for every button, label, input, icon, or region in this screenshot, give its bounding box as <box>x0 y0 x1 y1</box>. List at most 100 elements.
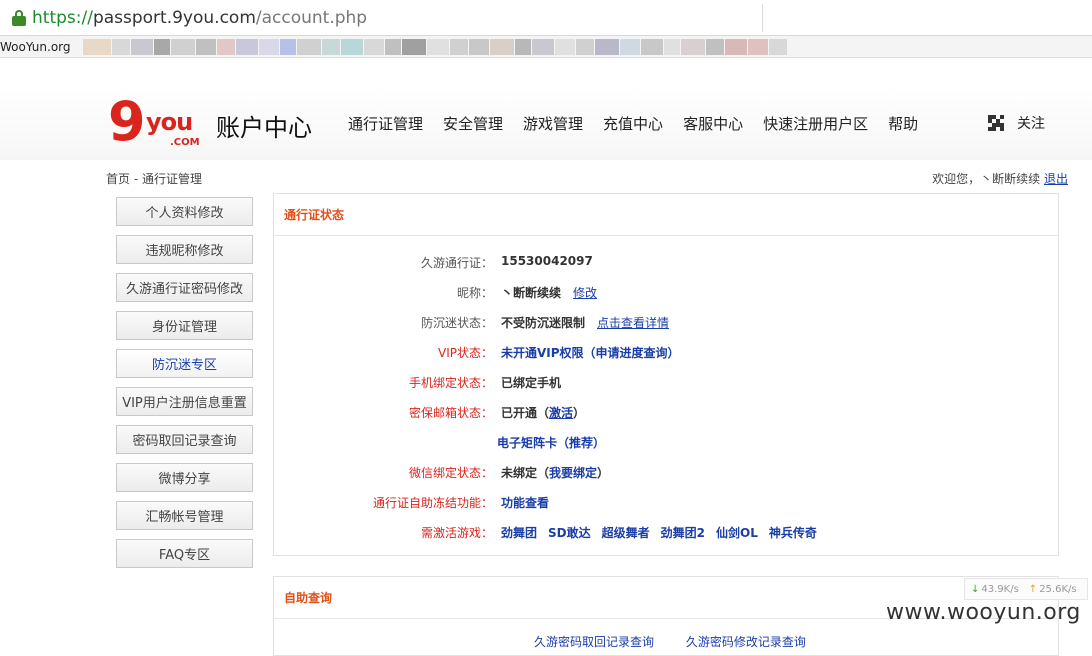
change-log-link[interactable]: 久游密码修改记录查询 <box>686 635 806 649</box>
logout-link[interactable]: 退出 <box>1044 172 1068 186</box>
breadcrumb: 首页 - 通行证管理 <box>106 172 202 186</box>
blurred-bookmark <box>724 38 747 55</box>
blurred-bookmark <box>426 38 449 55</box>
blurred-bookmark <box>82 38 111 55</box>
nav-passport[interactable]: 通行证管理 <box>348 113 423 134</box>
row-nickname: 昵称： 丶断断续续 修改 <box>274 284 1060 302</box>
download-arrow-icon: ↓ <box>971 583 980 595</box>
game-link[interactable]: SD敢达 <box>548 524 591 541</box>
wechat-value: 未绑定（我要绑定） <box>501 464 609 481</box>
row-wechat: 微信绑定状态： 未绑定（我要绑定） <box>274 464 1060 482</box>
self-query-links: 久游密码取回记录查询 久游密码修改记录查询 <box>534 633 834 650</box>
blurred-bookmark <box>384 38 401 55</box>
site-header: 9 you .COM 账户中心 通行证管理 安全管理 游戏管理 充值中心 客服中… <box>0 88 1092 160</box>
wechat-bind-link[interactable]: 我要绑定 <box>549 466 597 480</box>
watermark: www.wooyun.org <box>886 600 1081 625</box>
nickname-value: 丶断断续续 修改 <box>501 284 597 301</box>
phone-text: 已绑定手机 <box>501 376 562 390</box>
game-link[interactable]: 超级舞者 <box>602 524 650 541</box>
divider <box>762 4 763 32</box>
game-link[interactable]: 劲舞团2 <box>661 524 705 541</box>
sidebar-item-weibo-share[interactable]: 微博分享 <box>116 463 253 492</box>
site-logo[interactable]: 9 you .COM <box>108 90 212 153</box>
matrix-value: 电子矩阵卡（推荐） <box>497 434 605 451</box>
nav-security[interactable]: 安全管理 <box>443 113 503 134</box>
sidebar-item-anti-addiction[interactable]: 防沉迷专区 <box>116 349 253 378</box>
nav-games[interactable]: 游戏管理 <box>523 113 583 134</box>
vip-status-link[interactable]: 未开通VIP权限（申请进度查询） <box>501 346 680 360</box>
follow-button[interactable]: 关注 <box>988 113 1045 133</box>
url-text[interactable]: https://passport.9you.com/account.php <box>32 8 367 28</box>
bookmark-wooyun[interactable]: WooYun.org <box>0 40 71 54</box>
logo-word: you <box>146 108 193 136</box>
sidebar-item-password-change[interactable]: 久游通行证密码修改 <box>116 273 253 302</box>
blurred-bookmark <box>619 38 640 55</box>
network-speed-widget: ↓ 43.9K/s ↑ 25.6K/s <box>964 578 1088 600</box>
passport-status-panel: 通行证状态 久游通行证： 15530042097 昵称： 丶断断续续 修改 防沉迷… <box>273 193 1059 556</box>
phone-value: 已绑定手机 <box>501 374 561 391</box>
game-link[interactable]: 仙剑OL <box>716 524 758 541</box>
blurred-bookmarks <box>82 38 788 55</box>
logo-com: .COM <box>170 137 200 148</box>
sidebar-item-account-manage[interactable]: 汇畅帐号管理 <box>116 501 253 530</box>
welcome-text: 欢迎您，丶断断续续 <box>932 172 1041 186</box>
upload-speed: 25.6K/s <box>1039 583 1077 595</box>
blurred-bookmark <box>340 38 363 55</box>
nav-quick-register[interactable]: 快速注册用户区 <box>763 113 868 134</box>
blurred-bookmark <box>663 38 680 55</box>
url-path: /account.php <box>255 7 368 28</box>
freeze-view-link[interactable]: 功能查看 <box>501 496 549 510</box>
url-scheme: https:// <box>32 7 93 28</box>
games-label: 需激活游戏： <box>420 526 493 540</box>
logo-number: 9 <box>108 90 146 153</box>
nav-recharge[interactable]: 充值中心 <box>603 113 663 134</box>
vip-value: 未开通VIP权限（申请进度查询） <box>501 344 680 361</box>
blurred-bookmark <box>170 38 195 55</box>
passport-label: 久游通行证： <box>420 256 493 270</box>
wechat-label: 微信绑定状态： <box>408 466 493 480</box>
lock-icon <box>12 9 26 26</box>
follow-label: 关注 <box>1017 116 1045 132</box>
game-link[interactable]: 神兵传奇 <box>769 524 817 541</box>
blurred-bookmark <box>279 38 296 55</box>
wechat-suffix: ） <box>597 466 610 480</box>
blurred-bookmark <box>153 38 170 55</box>
vip-label: VIP状态： <box>438 346 493 360</box>
recovery-log-link[interactable]: 久游密码取回记录查询 <box>534 635 654 649</box>
nav-support[interactable]: 客服中心 <box>683 113 743 134</box>
main-nav: 通行证管理 安全管理 游戏管理 充值中心 客服中心 快速注册用户区 帮助 <box>338 113 928 134</box>
email-value: 已开通（激活） <box>501 404 585 421</box>
blurred-bookmark <box>531 38 554 55</box>
browser-url-bar[interactable]: https://passport.9you.com/account.php <box>0 0 1092 36</box>
blurred-bookmark <box>640 38 663 55</box>
antiaddict-text: 不受防沉迷限制 <box>501 316 586 330</box>
upload-arrow-icon: ↑ <box>1028 583 1038 595</box>
antiaddict-value: 不受防沉迷限制 点击查看详情 <box>501 314 669 331</box>
freeze-value: 功能查看 <box>501 494 549 511</box>
nickname-edit-link[interactable]: 修改 <box>573 286 597 300</box>
game-link[interactable]: 劲舞团 <box>501 524 537 541</box>
row-games: 需激活游戏： 劲舞团 SD敢达 超级舞者 劲舞团2 仙剑OL 神兵传奇 <box>274 524 1060 542</box>
url-bar-right-area <box>762 0 1092 36</box>
passport-value: 15530042097 <box>501 254 593 268</box>
row-anti-addiction: 防沉迷状态： 不受防沉迷限制 点击查看详情 <box>274 314 1060 332</box>
sidebar-item-password-recovery-log[interactable]: 密码取回记录查询 <box>116 425 253 454</box>
email-prefix: 已开通（ <box>501 406 550 420</box>
antiaddict-details-link[interactable]: 点击查看详情 <box>597 316 669 330</box>
email-activate-link[interactable]: 激活 <box>549 406 573 420</box>
blurred-bookmark <box>514 38 531 55</box>
nav-help[interactable]: 帮助 <box>888 113 918 134</box>
blurred-bookmark <box>401 38 426 55</box>
sidebar-item-vip-reset[interactable]: VIP用户注册信息重置 <box>116 387 253 416</box>
panel-title: 自助查询 <box>284 591 333 605</box>
sidebar-item-profile-edit[interactable]: 个人资料修改 <box>116 197 253 226</box>
blurred-bookmark <box>449 38 468 55</box>
blurred-bookmark <box>216 38 235 55</box>
panel-header: 通行证状态 <box>274 194 1058 236</box>
blurred-bookmark <box>768 38 787 55</box>
matrix-card-link[interactable]: 电子矩阵卡（推荐） <box>497 436 605 450</box>
sidebar-item-faq[interactable]: FAQ专区 <box>116 539 253 568</box>
sidebar-item-nickname-edit[interactable]: 违规昵称修改 <box>116 235 253 264</box>
sidebar-item-id-card[interactable]: 身份证管理 <box>116 311 253 340</box>
row-email: 密保邮箱状态： 已开通（激活） <box>274 404 1060 422</box>
